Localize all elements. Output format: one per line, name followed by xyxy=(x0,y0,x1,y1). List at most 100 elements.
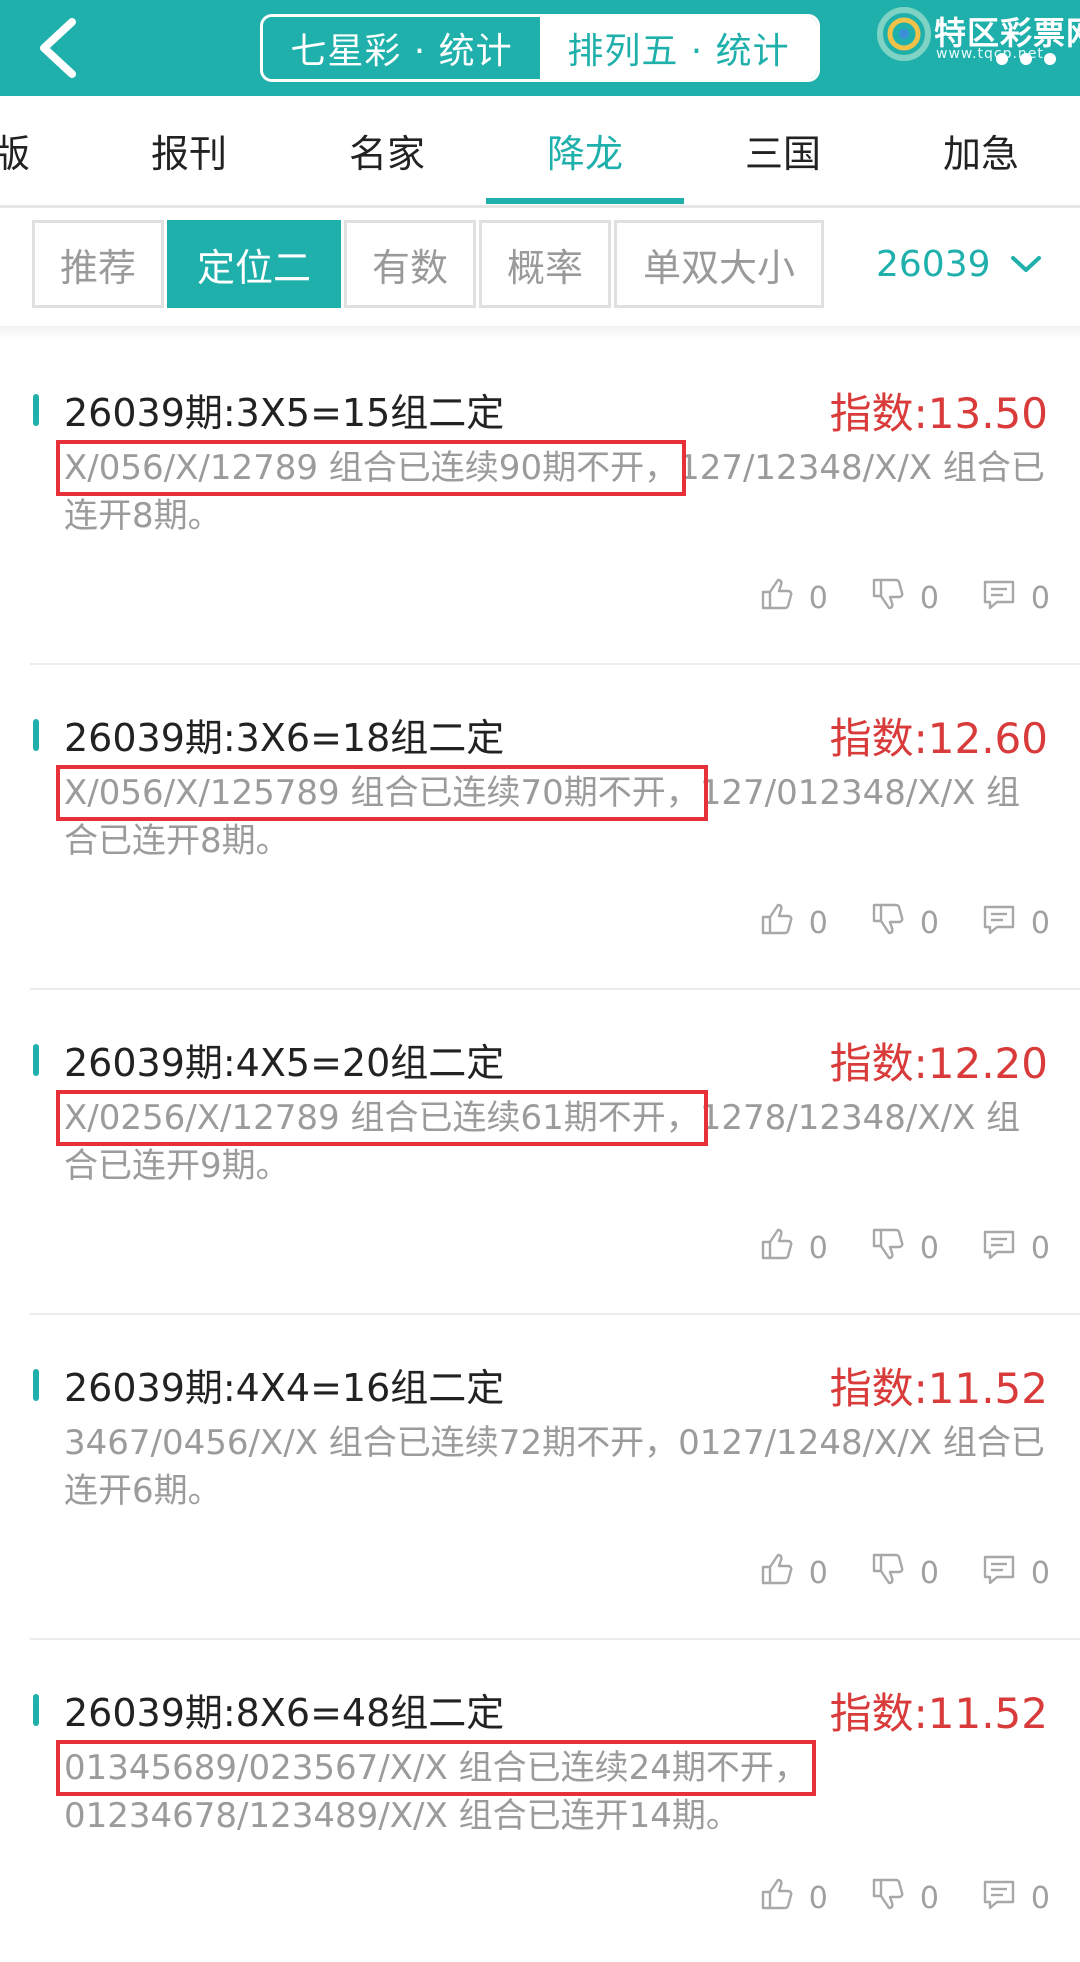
tab-xianglong[interactable]: 降龙 xyxy=(486,96,684,204)
comment-icon xyxy=(981,901,1031,945)
dislike-count: 0 xyxy=(919,1555,939,1591)
comment-count: 0 xyxy=(1030,1555,1050,1591)
segment-qixingcai-stats[interactable]: 七星彩 · 统计 xyxy=(263,17,540,79)
dislike-count: 0 xyxy=(919,1880,939,1916)
card-actions: 0 0 0 xyxy=(717,901,1050,945)
comment-count: 0 xyxy=(1030,1880,1050,1916)
card-score: 指数:13.50 xyxy=(829,389,1048,438)
like-button[interactable]: 0 xyxy=(759,1876,828,1920)
dislike-button[interactable]: 0 xyxy=(870,901,939,945)
thumbs-down-icon xyxy=(870,1551,920,1595)
thumbs-up-icon xyxy=(759,1551,809,1595)
card-actions: 0 0 0 xyxy=(717,1226,1050,1270)
card-description: 01345689/023567/X/X 组合已连续24期不开，01234678/… xyxy=(56,1740,1054,1840)
card-title: 26039期:4X5=20组二定 xyxy=(64,1041,505,1085)
lottery-segment-switch: 七星彩 · 统计 排列五 · 统计 xyxy=(260,14,820,82)
subtab-gailv[interactable]: 概率 xyxy=(479,220,611,308)
card-description: X/056/X/12789 组合已连续90期不开，127/12348/X/X 组… xyxy=(55,440,1054,540)
card-score: 指数:12.60 xyxy=(829,714,1048,763)
comment-button[interactable]: 0 xyxy=(981,1551,1050,1595)
like-count: 0 xyxy=(808,1230,828,1266)
card-title: 26039期:3X5=15组二定 xyxy=(64,391,505,435)
sub-tabs: 推荐 定位二 有数 概率 单双大小 xyxy=(32,220,827,308)
card-actions: 0 0 0 xyxy=(717,1551,1050,1595)
card-description: X/056/X/125789 组合已连续70期不开，127/012348/X/X… xyxy=(56,765,1054,865)
highlighted-combo: X/056/X/12789 组合已连续90期不开， xyxy=(55,440,687,496)
back-button[interactable] xyxy=(26,12,96,84)
prediction-card[interactable]: 26039期:4X4=16组二定 指数:11.52 3467/0456/X/X 组合… xyxy=(30,1315,1080,1640)
card-actions: 0 0 0 xyxy=(717,1876,1050,1920)
card-accent-bar xyxy=(33,719,39,751)
tab-mingjia[interactable]: 名家 xyxy=(288,96,486,204)
dislike-button[interactable]: 0 xyxy=(870,1226,939,1270)
thumbs-up-icon xyxy=(759,1226,809,1270)
card-description: X/0256/X/12789 组合已连续61期不开，1278/12348/X/X… xyxy=(56,1090,1054,1190)
subtab-tuijian[interactable]: 推荐 xyxy=(32,220,164,308)
segment-pailiewu-stats[interactable]: 排列五 · 统计 xyxy=(540,17,817,79)
comment-icon xyxy=(981,1876,1031,1920)
card-accent-bar xyxy=(33,1694,39,1726)
subtab-dingwei-er[interactable]: 定位二 xyxy=(167,220,341,308)
tab-baokan[interactable]: 报刊 xyxy=(90,96,288,204)
prediction-card[interactable]: 26039期:8X6=48组二定 指数:11.52 01345689/023567/… xyxy=(30,1640,1080,1962)
highlighted-combo: X/056/X/125789 组合已连续70期不开， xyxy=(56,765,708,821)
dislike-count: 0 xyxy=(919,1230,939,1266)
thumbs-up-icon xyxy=(759,576,809,620)
more-dots-icon xyxy=(996,53,1056,65)
section-divider xyxy=(0,326,1080,340)
card-score: 指数:12.20 xyxy=(829,1039,1048,1088)
thumbs-up-icon xyxy=(759,1876,809,1920)
chevron-left-icon xyxy=(40,18,76,78)
card-title: 26039期:8X6=48组二定 xyxy=(64,1691,505,1735)
like-count: 0 xyxy=(808,1555,828,1591)
card-accent-bar xyxy=(33,1369,39,1401)
comment-icon xyxy=(981,1551,1031,1595)
comment-button[interactable]: 0 xyxy=(981,1226,1050,1270)
like-count: 0 xyxy=(808,580,828,616)
comment-icon xyxy=(981,1226,1031,1270)
thumbs-down-icon xyxy=(870,901,920,945)
dislike-button[interactable]: 0 xyxy=(870,1876,939,1920)
card-title: 26039期:4X4=16组二定 xyxy=(64,1366,505,1410)
thumbs-down-icon xyxy=(870,576,920,620)
thumbs-down-icon xyxy=(870,1226,920,1270)
card-score: 指数:11.52 xyxy=(829,1364,1048,1413)
card-actions: 0 0 0 xyxy=(717,576,1050,620)
prediction-card[interactable]: 26039期:3X5=15组二定 指数:13.50 X/056/X/12789 组合… xyxy=(30,340,1080,665)
top-bar: 七星彩 · 统计 排列五 · 统计 特区彩票网 www.tqcp.net xyxy=(0,0,1080,96)
prediction-card[interactable]: 26039期:4X5=20组二定 指数:12.20 X/0256/X/12789 组… xyxy=(30,990,1080,1315)
card-title: 26039期:3X6=18组二定 xyxy=(64,716,505,760)
like-button[interactable]: 0 xyxy=(759,901,828,945)
comment-button[interactable]: 0 xyxy=(981,576,1050,620)
comment-count: 0 xyxy=(1030,905,1050,941)
comment-button[interactable]: 0 xyxy=(981,1876,1050,1920)
tab-sanguo[interactable]: 三国 xyxy=(684,96,882,204)
category-tabs: 版 报刊 名家 降龙 三国 加急 xyxy=(0,96,1080,208)
card-score: 指数:11.52 xyxy=(829,1689,1048,1738)
dislike-count: 0 xyxy=(919,580,939,616)
card-accent-bar xyxy=(33,1044,39,1076)
thumbs-down-icon xyxy=(870,1876,920,1920)
more-button[interactable] xyxy=(986,44,1066,74)
combo-text: 01234678/123489/X/X 组合已连开14期。 xyxy=(64,1796,740,1836)
dislike-button[interactable]: 0 xyxy=(870,576,939,620)
comment-count: 0 xyxy=(1030,1230,1050,1266)
like-button[interactable]: 0 xyxy=(759,1551,828,1595)
highlighted-combo: X/0256/X/12789 组合已连续61期不开， xyxy=(56,1090,708,1146)
prediction-card[interactable]: 26039期:3X6=18组二定 指数:12.60 X/056/X/125789 组… xyxy=(30,665,1080,990)
comment-button[interactable]: 0 xyxy=(981,901,1050,945)
thumbs-up-icon xyxy=(759,901,809,945)
like-button[interactable]: 0 xyxy=(759,576,828,620)
comment-icon xyxy=(981,576,1031,620)
like-count: 0 xyxy=(808,905,828,941)
like-count: 0 xyxy=(808,1880,828,1916)
combo-text: 3467/0456/X/X 组合已连续72期不开，0127/1248/X/X 组… xyxy=(64,1423,1045,1511)
period-selector[interactable]: 26039 xyxy=(876,232,1043,296)
dislike-button[interactable]: 0 xyxy=(870,1551,939,1595)
brand-logo-icon xyxy=(877,7,931,61)
subtab-danshuang-daxiao[interactable]: 单双大小 xyxy=(614,220,824,308)
subtab-youshu[interactable]: 有数 xyxy=(344,220,476,308)
tab-jiaji[interactable]: 加急 xyxy=(882,96,1080,204)
comment-count: 0 xyxy=(1030,580,1050,616)
like-button[interactable]: 0 xyxy=(759,1226,828,1270)
